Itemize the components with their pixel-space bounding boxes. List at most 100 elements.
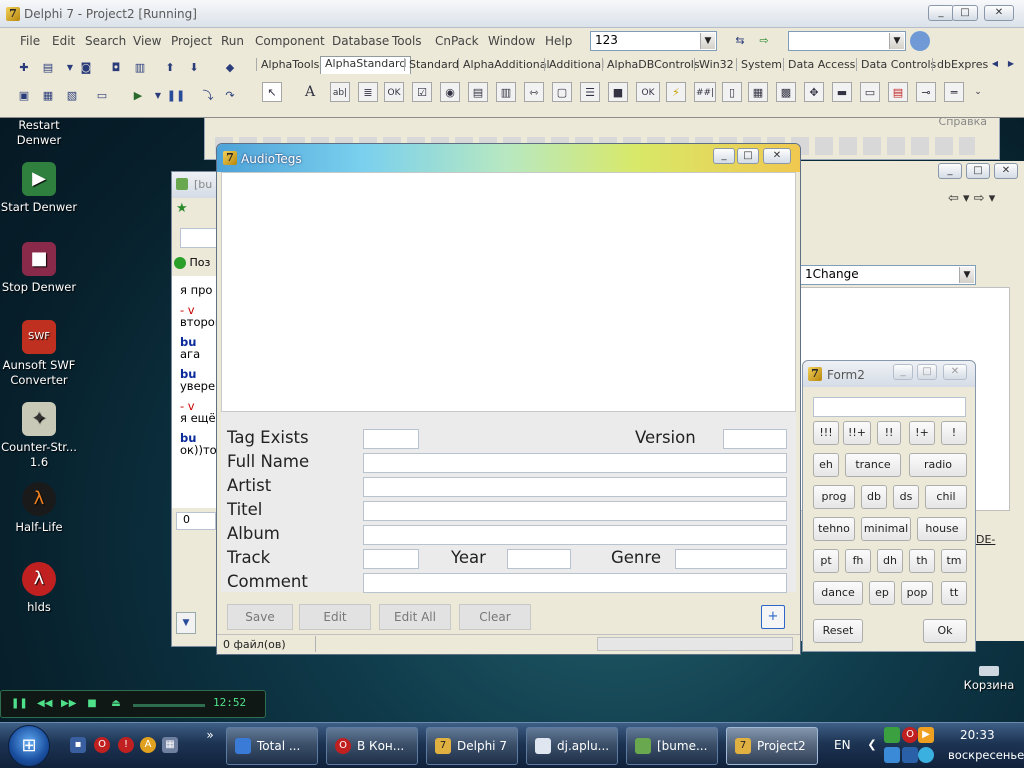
menu-run[interactable]: Run [221, 34, 244, 48]
menu-view[interactable]: View [133, 34, 161, 48]
minimize-button[interactable]: _ [938, 163, 962, 179]
checkbox-component-icon[interactable]: ☑ [412, 82, 432, 102]
taskbar-button-opera[interactable]: O В Кон... [326, 727, 418, 765]
minimize-button[interactable]: _ [928, 5, 954, 21]
new-form-icon[interactable]: ▭ [92, 86, 112, 106]
palette-tab-dbexpress[interactable]: dbExpress [932, 58, 988, 71]
palette-tab-data-access[interactable]: Data Access [783, 58, 859, 71]
reset-button[interactable]: Reset [813, 619, 863, 643]
chevron-down-icon[interactable]: ▼ [148, 86, 168, 106]
palette-tab-system[interactable]: System [736, 58, 786, 71]
genre-button[interactable]: !!+ [843, 421, 871, 445]
save-button[interactable]: Save [227, 604, 293, 630]
genre-button[interactable]: !!! [813, 421, 839, 445]
edit-component-icon[interactable]: ab| [330, 82, 350, 102]
tray-network-icon[interactable] [884, 727, 900, 743]
desktop-icon-start-denwer[interactable]: ▶ Start Denwer [0, 162, 78, 215]
menu-search[interactable]: Search [85, 34, 126, 48]
genre-button[interactable]: ! [941, 421, 967, 445]
close-button[interactable]: ✕ [984, 5, 1014, 21]
genre-field[interactable] [675, 549, 787, 569]
menu-file[interactable]: File [20, 34, 40, 48]
stringgrid-component-icon[interactable]: ▦ [748, 82, 768, 102]
file-list-area[interactable] [221, 172, 796, 412]
button-component-icon[interactable]: OK [384, 82, 404, 102]
trackbar-component-icon[interactable]: ⊸ [916, 82, 936, 102]
genre-button[interactable]: trance [845, 453, 901, 477]
view-unit-icon[interactable]: ▣ [14, 86, 34, 106]
minimize-button[interactable]: _ [893, 364, 913, 380]
clear-button[interactable]: Clear [459, 604, 531, 630]
language-indicator[interactable]: EN [834, 738, 851, 752]
genre-button[interactable]: db [861, 485, 887, 509]
genre-button[interactable]: tt [941, 581, 967, 605]
alert-icon[interactable]: ! [118, 737, 134, 753]
chevron-down-icon[interactable]: ⌄ [968, 82, 988, 102]
scrollbar-component-icon[interactable]: ⇿ [524, 82, 544, 102]
taskbar-button-delphi[interactable]: 7 Delphi 7 [426, 727, 518, 765]
globe-icon[interactable] [910, 31, 930, 51]
genre-button[interactable]: !+ [909, 421, 935, 445]
maximize-button[interactable]: □ [952, 5, 978, 21]
minimize-button[interactable]: _ [713, 148, 735, 164]
groupbox-component-icon[interactable]: ▢ [552, 82, 572, 102]
palette-tab-alphastandard[interactable]: AlphaStandard [320, 56, 412, 74]
palette-tab-standard[interactable]: Standard [404, 58, 463, 71]
start-button[interactable]: ⊞ [8, 725, 50, 767]
memo-component-icon[interactable]: ≣ [358, 82, 378, 102]
menu-project[interactable]: Project [171, 34, 212, 48]
ok-button[interactable]: Ok [923, 619, 967, 643]
taskbar-button-dj[interactable]: dj.aplu... [526, 727, 618, 765]
add-button[interactable]: + [761, 605, 785, 629]
genre-button[interactable]: pt [813, 549, 839, 573]
scrollbox-component-icon[interactable]: ▭ [860, 82, 880, 102]
maximize-button[interactable]: □ [966, 163, 990, 179]
palette-tab-alphatools[interactable]: AlphaTools [256, 58, 323, 71]
taskbar-button-chat[interactable]: [bume... [626, 727, 718, 765]
new-icon[interactable]: ✚ [14, 58, 34, 78]
genre-button[interactable]: eh [813, 453, 839, 477]
close-button[interactable]: ✕ [994, 163, 1018, 179]
chevron-right-icon[interactable]: ▶ [1004, 56, 1018, 72]
desktop-icon-half-life[interactable]: λ Half-Life [0, 482, 78, 535]
drawgrid-component-icon[interactable]: ▩ [776, 82, 796, 102]
eject-icon[interactable]: ⏏ [109, 697, 123, 711]
trace-into-icon[interactable]: ⤵ [198, 86, 218, 106]
genre-button[interactable]: radio [909, 453, 967, 477]
radio-component-icon[interactable]: ◉ [440, 82, 460, 102]
menu-tools[interactable]: Tools [392, 34, 422, 48]
open-icon[interactable]: ▤ [38, 58, 58, 78]
stop-icon[interactable]: ■ [85, 697, 99, 711]
genre-button[interactable]: pop [901, 581, 933, 605]
maximize-button[interactable]: □ [917, 364, 937, 380]
menu-help[interactable]: Help [545, 34, 572, 48]
artist-field[interactable] [363, 477, 787, 497]
save-icon[interactable]: ◙ [76, 58, 96, 78]
genre-button[interactable]: dance [813, 581, 863, 605]
tag-exists-field[interactable] [363, 429, 419, 449]
remove-file-icon[interactable]: ⬇ [184, 58, 204, 78]
clock-time[interactable]: 20:33 [960, 728, 995, 742]
image-component-icon[interactable]: ▯ [722, 82, 742, 102]
tray-media-icon[interactable]: ▶ [918, 727, 934, 743]
chevron-down-icon[interactable]: ▼ [176, 612, 196, 634]
menu-database[interactable]: Database [332, 34, 389, 48]
chevron-left-icon[interactable]: ◀ [988, 56, 1002, 72]
panel-component-icon[interactable]: ■ [608, 82, 628, 102]
tray-update-icon[interactable] [918, 747, 934, 763]
palette-tab-additional[interactable]: Additional [544, 58, 608, 71]
bevel-component-icon[interactable]: ▬ [832, 82, 852, 102]
gauge-component-icon[interactable]: ═ [944, 82, 964, 102]
step-over-icon[interactable]: ↷ [220, 86, 240, 106]
add-file-icon[interactable]: ⬆ [160, 58, 180, 78]
desktop-icon-stop-denwer[interactable]: ■ Stop Denwer [0, 242, 78, 295]
listbox-component-icon[interactable]: ▤ [468, 82, 488, 102]
genre-button[interactable]: tm [941, 549, 967, 573]
desktop-save-icon[interactable]: ⇨ [754, 31, 774, 51]
genre-button[interactable]: house [917, 517, 967, 541]
view-form-icon[interactable]: ▦ [38, 86, 58, 106]
previous-icon[interactable]: ◀◀ [37, 697, 52, 711]
titel-field[interactable] [363, 501, 787, 521]
desktop-icon-hlds[interactable]: λ hlds [0, 562, 78, 615]
genre-input[interactable] [813, 397, 966, 417]
